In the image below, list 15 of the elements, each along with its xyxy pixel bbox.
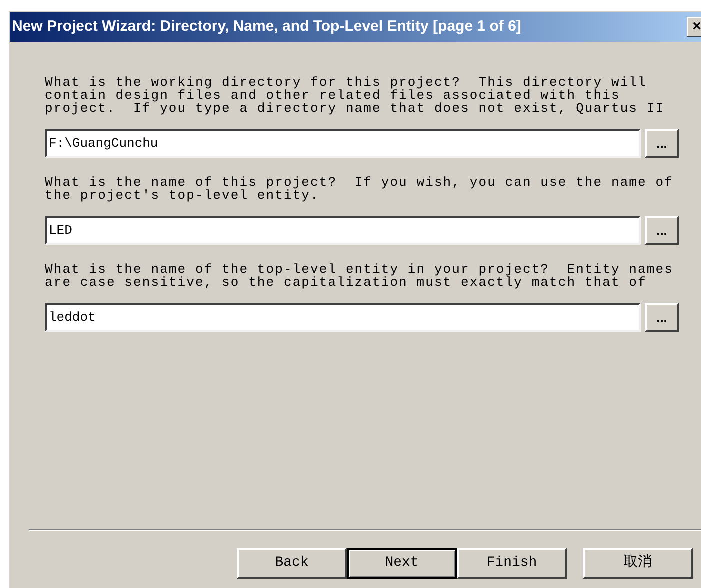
- prompt-text: What is the working directory for this project? This directory will contain design files and other related files associated with this project. If you type a directory name that does not exist, Quartus II: [45, 76, 666, 115]
- dialog-button[interactable]: Back: [237, 548, 347, 579]
- browse-button[interactable]: ...: [645, 129, 679, 158]
- close-button[interactable]: ×: [687, 17, 701, 37]
- dialog-button[interactable]: Next: [347, 548, 457, 579]
- input-field[interactable]: LED: [45, 216, 641, 245]
- prompt-text: What is the name of the top-level entity in your project? Entity names are case sensitive, so the capitalization must exactly match that of: [45, 263, 674, 289]
- browse-button[interactable]: ...: [645, 216, 679, 245]
- input-field[interactable]: leddot: [45, 303, 641, 332]
- prompt-text: What is the name of this project? If you wish, you can use the name of the project's top-level entity.: [45, 176, 674, 202]
- browse-button[interactable]: ...: [645, 303, 679, 332]
- window-title: New Project Wizard: Directory, Name, and Top-Level Entity [page 1 of 6]: [11, 16, 522, 37]
- dialog-button[interactable]: 取消: [583, 548, 693, 579]
- dialog-button[interactable]: Finish: [457, 548, 567, 579]
- input-field[interactable]: F:\GuangCunchu: [45, 129, 641, 158]
